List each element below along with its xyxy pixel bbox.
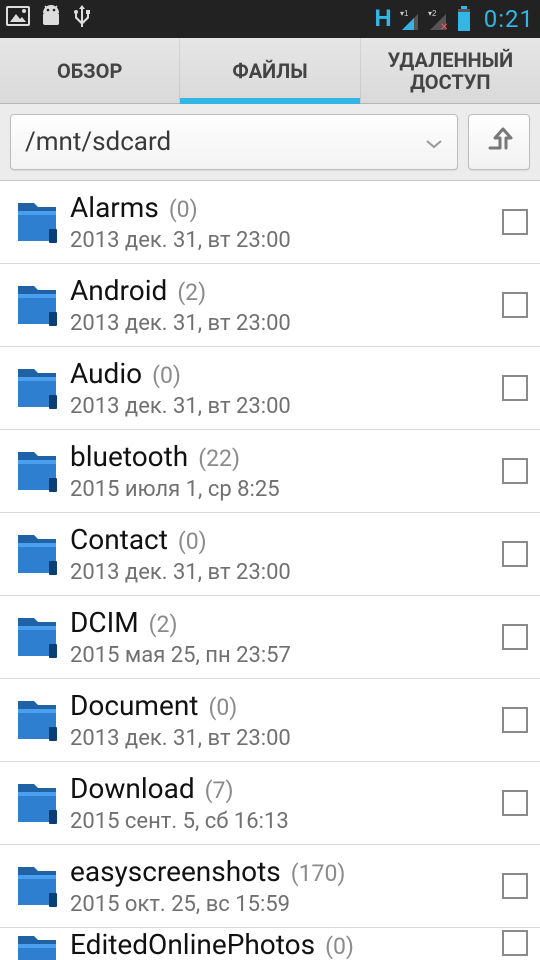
item-checkbox[interactable]	[502, 292, 528, 318]
item-name: Download	[70, 772, 195, 805]
item-checkbox[interactable]	[502, 790, 528, 816]
list-item[interactable]: bluetooth (22) 2015 июля 1, ср 8:25	[0, 430, 540, 513]
signal-sim1-icon: ▾1	[400, 8, 420, 30]
up-arrow-icon	[484, 126, 514, 158]
item-date: 2013 дек. 31, вт 23:00	[70, 560, 490, 585]
item-count: (170)	[291, 860, 346, 887]
tab-bar: ОБЗОР ФАЙЛЫ УДАЛЕННЫЙ ДОСТУП	[0, 38, 540, 104]
item-date: 2015 июля 1, ср 8:25	[70, 477, 490, 502]
svg-text:▾1: ▾1	[400, 9, 409, 18]
path-row: /mnt/sdcard	[0, 104, 540, 181]
item-name: EditedOnlinePhotos	[70, 928, 315, 960]
status-clock: 0:21	[484, 5, 534, 33]
signal-sim2-icon: ▾2 ✕	[428, 8, 448, 30]
folder-icon	[14, 778, 60, 828]
tab-overview[interactable]: ОБЗОР	[0, 38, 180, 103]
item-name: Audio	[70, 357, 142, 390]
item-count: (0)	[178, 528, 207, 555]
status-bar: H ▾1 ▾2 ✕ 0:21	[0, 0, 540, 38]
item-checkbox[interactable]	[502, 930, 528, 956]
item-date: 2015 сент. 5, сб 16:13	[70, 809, 490, 834]
item-checkbox[interactable]	[502, 707, 528, 733]
list-item[interactable]: Download (7) 2015 сент. 5, сб 16:13	[0, 762, 540, 845]
folder-icon	[14, 695, 60, 745]
file-list[interactable]: Alarms (0) 2013 дек. 31, вт 23:00 Android (2…	[0, 181, 540, 960]
tab-label: ФАЙЛЫ	[232, 60, 307, 82]
item-name: Document	[70, 689, 198, 722]
item-checkbox[interactable]	[502, 458, 528, 484]
android-icon	[38, 5, 64, 33]
item-count: (22)	[198, 445, 240, 472]
item-name: Android	[70, 274, 167, 307]
item-count: (2)	[149, 611, 178, 638]
folder-icon	[14, 280, 60, 330]
usb-icon	[72, 3, 92, 35]
path-dropdown[interactable]: /mnt/sdcard	[10, 114, 458, 170]
item-name: bluetooth	[70, 440, 188, 473]
list-item[interactable]: Document (0) 2013 дек. 31, вт 23:00	[0, 679, 540, 762]
network-type-icon: H	[374, 5, 391, 33]
item-count: (0)	[152, 362, 181, 389]
folder-icon	[14, 363, 60, 413]
item-checkbox[interactable]	[502, 873, 528, 899]
item-count: (0)	[169, 196, 198, 223]
item-name: easyscreenshots	[70, 855, 281, 888]
tab-label: ОБЗОР	[57, 60, 122, 82]
item-checkbox[interactable]	[502, 624, 528, 650]
list-item[interactable]: Android (2) 2013 дек. 31, вт 23:00	[0, 264, 540, 347]
folder-icon	[14, 529, 60, 579]
folder-icon	[14, 612, 60, 662]
path-text: /mnt/sdcard	[25, 127, 425, 157]
item-name: DCIM	[70, 606, 139, 639]
chevron-down-icon	[425, 127, 443, 157]
up-button[interactable]	[468, 114, 530, 170]
item-count: (7)	[205, 777, 234, 804]
tab-files[interactable]: ФАЙЛЫ	[180, 38, 360, 103]
item-date: 2013 дек. 31, вт 23:00	[70, 228, 490, 253]
item-checkbox[interactable]	[502, 541, 528, 567]
tab-label: УДАЛЕННЫЙ ДОСТУП	[367, 49, 534, 93]
item-count: (0)	[325, 933, 354, 960]
item-date: 2015 мая 25, пн 23:57	[70, 643, 490, 668]
list-item[interactable]: EditedOnlinePhotos (0)	[0, 928, 540, 960]
picture-icon	[6, 6, 30, 32]
list-item[interactable]: Contact (0) 2013 дек. 31, вт 23:00	[0, 513, 540, 596]
folder-icon	[14, 446, 60, 496]
item-count: (2)	[177, 279, 206, 306]
item-checkbox[interactable]	[502, 375, 528, 401]
item-count: (0)	[208, 694, 237, 721]
list-item[interactable]: Audio (0) 2013 дек. 31, вт 23:00	[0, 347, 540, 430]
item-name: Contact	[70, 523, 168, 556]
folder-icon	[14, 930, 60, 960]
list-item[interactable]: Alarms (0) 2013 дек. 31, вт 23:00	[0, 181, 540, 264]
item-date: 2015 окт. 25, вс 15:59	[70, 892, 490, 917]
folder-icon	[14, 197, 60, 247]
battery-icon	[456, 6, 472, 32]
item-date: 2013 дек. 31, вт 23:00	[70, 726, 490, 751]
item-name: Alarms	[70, 191, 159, 224]
item-date: 2013 дек. 31, вт 23:00	[70, 311, 490, 336]
tab-remote[interactable]: УДАЛЕННЫЙ ДОСТУП	[361, 38, 540, 103]
list-item[interactable]: easyscreenshots (170) 2015 окт. 25, вс 15:…	[0, 845, 540, 928]
item-date: 2013 дек. 31, вт 23:00	[70, 394, 490, 419]
folder-icon	[14, 861, 60, 911]
list-item[interactable]: DCIM (2) 2015 мая 25, пн 23:57	[0, 596, 540, 679]
svg-text:✕: ✕	[440, 22, 448, 30]
item-checkbox[interactable]	[502, 209, 528, 235]
svg-text:▾2: ▾2	[428, 9, 437, 18]
